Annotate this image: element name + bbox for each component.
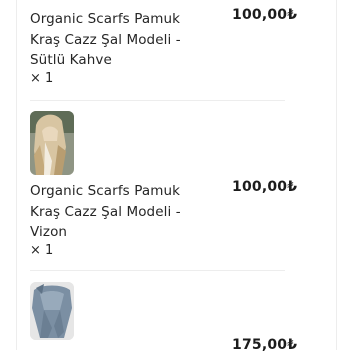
product-title-line: Vizon — [30, 224, 68, 240]
item-divider — [30, 270, 285, 271]
panel-left-border — [16, 0, 17, 350]
product-price: 100,00₺ — [232, 7, 298, 23]
scarf-photo-gray-icon — [30, 282, 74, 340]
product-title-line: Organic Scarfs Pamuk — [30, 183, 181, 199]
product-title-line: Organic Scarfs Pamuk — [30, 11, 181, 27]
item-divider — [30, 100, 285, 101]
product-quantity: × 1 — [30, 243, 54, 258]
product-image[interactable] — [30, 282, 74, 340]
panel-right-border — [336, 0, 337, 350]
product-price: 100,00₺ — [232, 179, 298, 195]
product-quantity: × 1 — [30, 71, 54, 86]
product-title-line: Kraş Cazz Şal Modeli - — [30, 204, 181, 220]
scarf-photo-vizon-icon — [30, 111, 74, 175]
product-title-line: Kraş Cazz Şal Modeli - — [30, 32, 181, 48]
product-image[interactable] — [30, 111, 74, 175]
product-title-line: Sütlü Kahve — [30, 52, 112, 68]
product-price: 175,00₺ — [232, 337, 298, 353]
